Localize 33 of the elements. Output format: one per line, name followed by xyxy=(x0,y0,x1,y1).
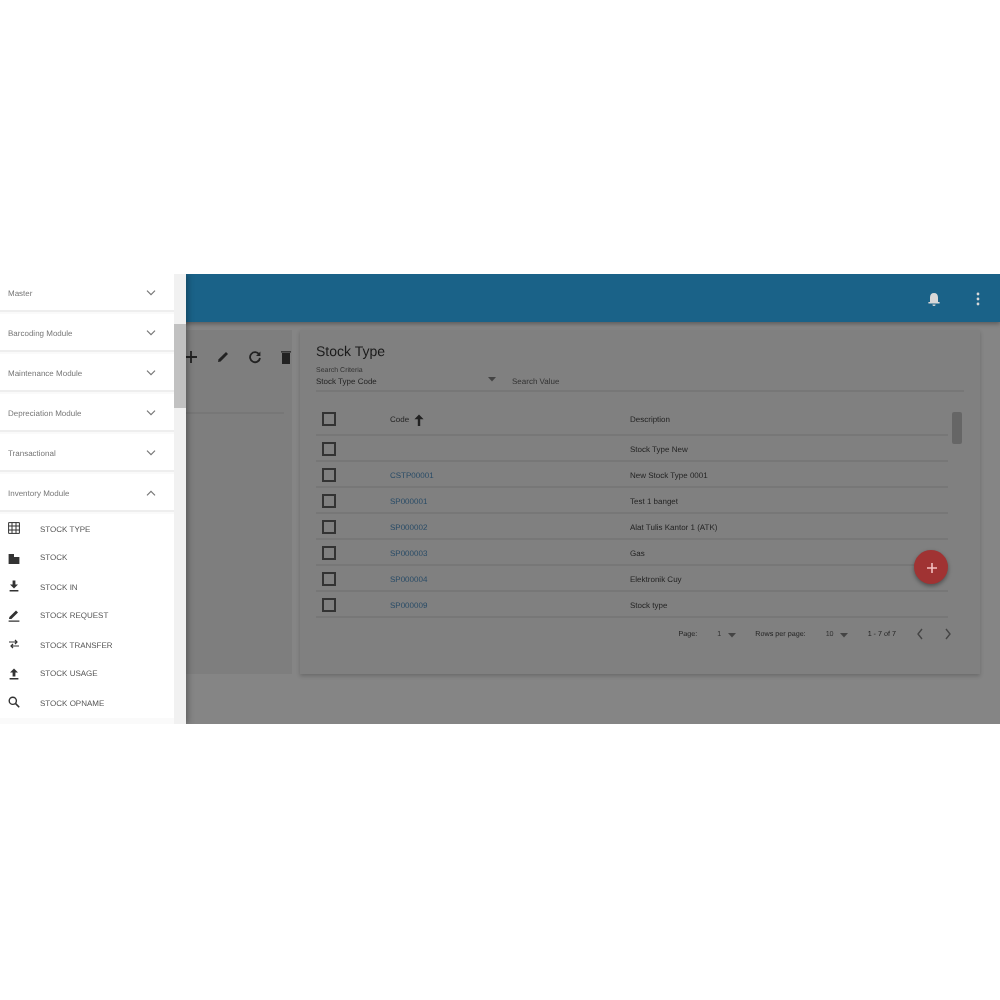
row-checkbox[interactable] xyxy=(322,571,336,585)
expand-icon xyxy=(146,449,156,455)
upload-icon xyxy=(8,667,20,680)
scrollbar[interactable] xyxy=(174,274,186,724)
add-button[interactable] xyxy=(914,550,948,584)
row-checkbox[interactable] xyxy=(322,493,336,507)
row-checkbox[interactable] xyxy=(322,519,336,533)
building-icon xyxy=(8,551,20,564)
row-checkbox[interactable] xyxy=(322,441,336,455)
swap-icon xyxy=(8,638,20,651)
pencil-icon xyxy=(8,609,20,622)
expand-icon xyxy=(146,409,156,415)
search-icon xyxy=(8,696,20,709)
select-all-checkbox[interactable] xyxy=(322,412,336,426)
expand-icon xyxy=(146,289,156,295)
refresh-icon[interactable] xyxy=(248,350,262,364)
plus-icon xyxy=(925,561,937,573)
collapse-icon xyxy=(146,489,156,495)
add-icon[interactable] xyxy=(184,350,198,364)
row-checkbox[interactable] xyxy=(322,597,336,611)
expand-icon xyxy=(146,369,156,375)
row-checkbox[interactable] xyxy=(322,467,336,481)
delete-icon[interactable] xyxy=(280,350,292,364)
caret-icon xyxy=(488,376,496,382)
sort-arrow-icon[interactable] xyxy=(413,413,424,425)
next-page-icon[interactable] xyxy=(944,628,952,640)
row-checkbox[interactable] xyxy=(322,545,336,559)
previous-page-icon[interactable] xyxy=(916,628,924,640)
edit-icon[interactable] xyxy=(216,350,230,364)
download-icon xyxy=(8,580,20,593)
grid-icon xyxy=(8,522,20,535)
bell-icon[interactable] xyxy=(928,291,940,305)
expand-icon xyxy=(146,329,156,335)
